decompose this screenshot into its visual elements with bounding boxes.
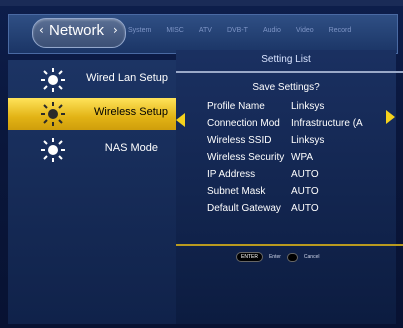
enter-button[interactable]: ENTER [236, 252, 263, 262]
setting-key: Wireless Security [207, 152, 285, 163]
setting-key: IP Address [207, 169, 256, 180]
setting-value: AUTO [291, 186, 319, 197]
panel-title: Setting List [261, 54, 311, 65]
sun-icon [41, 102, 65, 126]
sun-icon [41, 68, 65, 92]
sidebar-item-wired-lan-setup[interactable]: Wired Lan Setup [8, 64, 176, 96]
sun-icon [41, 138, 65, 162]
setting-key: Wireless SSID [207, 135, 272, 146]
menu-item-video[interactable]: Video [296, 27, 314, 34]
menu-item-dvbt[interactable]: DVB-T [227, 27, 248, 34]
chevron-right-icon: › [113, 23, 118, 37]
menu-item-atv[interactable]: ATV [199, 27, 212, 34]
setting-key: Default Gateway [207, 203, 281, 214]
sidebar-item-label: Wired Lan Setup [86, 72, 168, 84]
tab-network[interactable]: ‹ Network › [32, 18, 126, 48]
top-strip [0, 0, 403, 6]
setting-value: Linksys [291, 101, 325, 112]
screen: ‹ Network › System MISC ATV DVB-T Audio … [0, 0, 403, 328]
button-hint-row: ENTER Enter Cancel [236, 252, 319, 262]
sidebar-item-nas-mode[interactable]: NAS Mode [8, 134, 176, 166]
setting-value: WPA [291, 152, 314, 163]
setting-key: Profile Name [207, 101, 265, 112]
setting-key: Subnet Mask [207, 186, 266, 197]
top-menu-items: System MISC ATV DVB-T Audio Video Record [128, 27, 366, 34]
sidebar-item-wireless-setup[interactable]: Wireless Setup [8, 98, 176, 130]
save-prompt: Save Settings? [252, 82, 320, 93]
arrow-left-icon[interactable] [176, 113, 185, 127]
menu-item-record[interactable]: Record [329, 27, 352, 34]
tab-network-label: Network [49, 22, 105, 39]
setting-value: Linksys [291, 135, 325, 146]
chevron-left-icon: ‹ [39, 23, 44, 37]
setting-value: AUTO [291, 203, 319, 214]
enter-label: Enter [268, 254, 281, 260]
sidebar-item-label: NAS Mode [104, 142, 158, 154]
setting-key: Connection Mod [207, 118, 280, 129]
menu-item-system[interactable]: System [128, 27, 151, 34]
setting-value: Infrastructure (A [291, 118, 363, 129]
cancel-icon[interactable] [286, 252, 298, 262]
menu-item-audio[interactable]: Audio [263, 27, 281, 34]
setting-value: AUTO [291, 169, 319, 180]
arrow-right-icon[interactable] [386, 110, 395, 124]
divider [176, 71, 403, 73]
sidebar-item-label: Wireless Setup [94, 106, 168, 118]
cancel-label: Cancel [303, 254, 320, 260]
menu-item-misc[interactable]: MISC [166, 27, 184, 34]
divider-bottom [176, 244, 403, 246]
